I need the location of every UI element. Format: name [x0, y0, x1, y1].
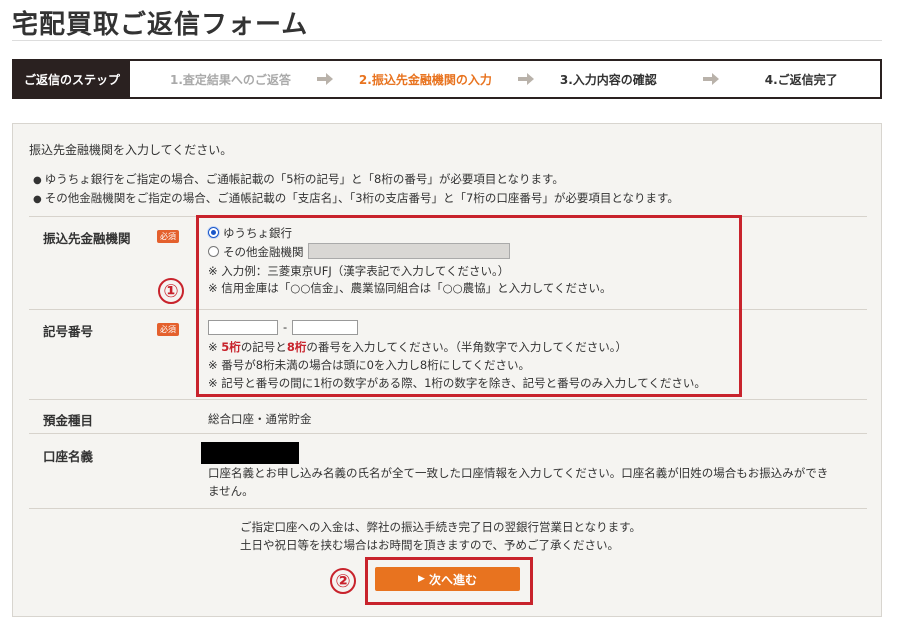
page-title: 宅配買取ご返信フォーム [12, 10, 309, 40]
step-3: 3.入力内容の確認 [559, 72, 657, 87]
bullet-icon: ● [33, 194, 42, 205]
code-label: 記号番号 [43, 324, 94, 339]
arrow-right-icon [702, 72, 719, 86]
highlight-box-1 [196, 215, 742, 397]
holder-label: 口座名義 [43, 449, 94, 464]
row-divider [29, 508, 867, 509]
required-badge: 必須 [157, 230, 179, 243]
arrow-right-icon [316, 72, 333, 86]
row-divider [29, 433, 867, 434]
redacted-holder-name [201, 442, 299, 464]
intro-text: 振込先金融機関を入力してください。 [29, 143, 233, 157]
step-header: ご返信のステップ [14, 61, 130, 97]
step-4: 4.ご返信完了 [764, 72, 838, 87]
footer-note-1: ご指定口座への入金は、弊社の振込手続き完了日の翌銀行営業日となります。 [240, 520, 642, 534]
row-divider [29, 399, 867, 400]
bank-label: 振込先金融機関 [43, 231, 131, 246]
required-badge: 必須 [157, 323, 179, 336]
arrow-right-icon [517, 72, 534, 86]
annotation-1: ① [158, 278, 184, 304]
note-text: その他金融機関をご指定の場合、ご通帳記載の「支店名」、「3桁の支店番号」と「7桁… [44, 191, 679, 205]
step-progress-bar: ご返信のステップ 1.査定結果へのご返答 2.振込先金融機関の入力 3.入力内容… [12, 59, 882, 99]
deposit-label: 預金種目 [43, 413, 94, 428]
step-2-current: 2.振込先金融機関の入力 [358, 72, 492, 87]
holder-note-2: ません。 [208, 484, 254, 498]
footer-note-2: 土日や祝日等を挟む場合はお時間を頂きますので、予めご了承ください。 [240, 538, 620, 552]
step-1: 1.査定結果へのご返答 [170, 72, 291, 87]
holder-note-1: 口座名義とお申し込み名義の氏名が全て一致した口座情報を入力してください。口座名義… [208, 466, 829, 480]
annotation-2: ② [330, 568, 356, 594]
note-text: ゆうちょ銀行をご指定の場合、ご通帳記載の「5桁の記号」と「8桁の番号」が必要項目… [44, 172, 564, 186]
highlight-box-2 [365, 557, 533, 605]
bullet-icon: ● [33, 175, 42, 186]
title-divider [12, 40, 882, 41]
deposit-value: 総合口座・通常貯金 [208, 412, 312, 426]
note-yucho: ● ゆうちょ銀行をご指定の場合、ご通帳記載の「5桁の記号」と「8桁の番号」が必要項… [33, 171, 564, 187]
note-other: ● その他金融機関をご指定の場合、ご通帳記載の「支店名」、「3桁の支店番号」と「7… [33, 190, 679, 206]
